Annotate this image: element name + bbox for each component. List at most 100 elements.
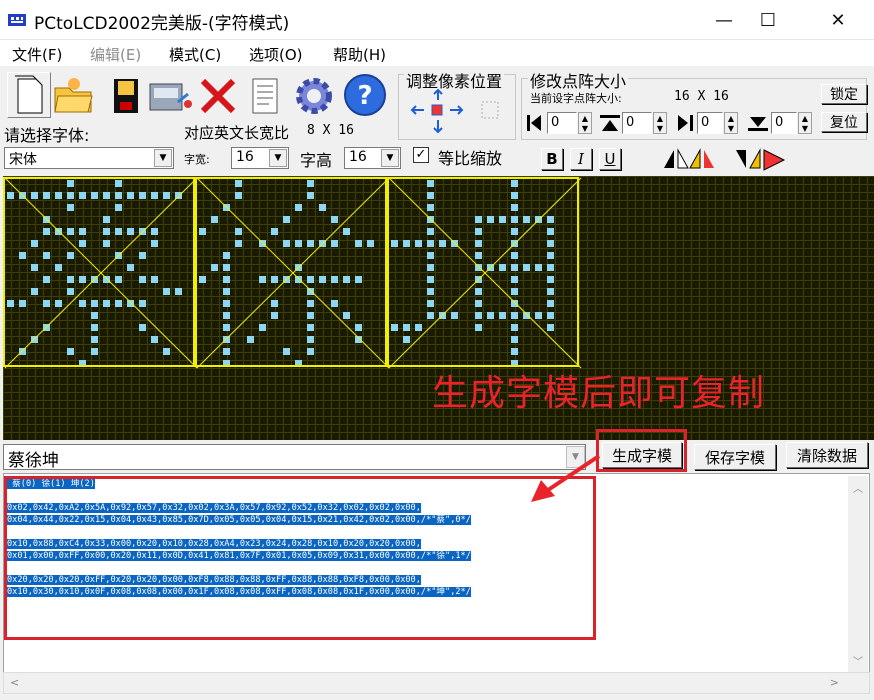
left-spin-buttons[interactable]: ▲ ▼ [578, 112, 592, 134]
gear-icon [296, 78, 332, 114]
flip-horizontal-button[interactable] [660, 146, 716, 172]
bottom-edge-icon [748, 117, 768, 131]
app-window: PCtoLCD2002完美版-(字符模式) — ☐ ✕ 文件(F) 编辑(E) … [0, 0, 874, 700]
width-value: 16 [236, 149, 254, 165]
menu-file[interactable]: 文件(F) [12, 44, 62, 65]
notepad-button[interactable] [243, 74, 287, 118]
ratio-value: 8 X 16 [307, 123, 354, 138]
scroll-up-icon[interactable]: ︿ [848, 480, 868, 495]
italic-button[interactable]: I [570, 148, 592, 170]
scroll-left-icon[interactable]: < [10, 676, 19, 689]
flip-vertical-icon [736, 148, 786, 171]
menu-help[interactable]: 帮助(H) [333, 44, 386, 65]
spin-down-icon: ▼ [581, 123, 589, 133]
menu-edit[interactable]: 编辑(E) [90, 44, 141, 65]
move-center-icon [431, 104, 443, 116]
help-button[interactable]: ? [342, 72, 388, 118]
bold-button[interactable]: B [541, 148, 563, 170]
horizontal-scrollbar[interactable]: < > [3, 672, 870, 694]
spin-up-icon: ▲ [581, 113, 589, 123]
reset-button[interactable]: 复位 [821, 112, 867, 132]
spin-up-icon: ▲ [801, 113, 809, 123]
height-value: 16 [349, 149, 367, 165]
matrix-size-title: 修改点阵大小 [528, 68, 629, 92]
copy-hint-annotation: 生成字模后即可复制 [432, 373, 766, 414]
move-down-icon [433, 120, 443, 134]
spin-up-icon: ▲ [727, 113, 735, 123]
svg-text:?: ? [357, 81, 372, 111]
left-spin-input[interactable]: 0 [547, 112, 577, 134]
open-folder-icon [54, 78, 93, 113]
scroll-right-icon[interactable]: > [830, 676, 839, 689]
chevron-down-icon[interactable]: ▼ [269, 149, 287, 167]
font-name-value: 宋体 [9, 152, 37, 168]
right-spin-input[interactable]: 0 [697, 112, 723, 134]
bottom-spin-input[interactable]: 0 [771, 112, 797, 134]
top-edge-icon [600, 115, 620, 131]
menu-mode[interactable]: 模式(C) [169, 44, 221, 65]
generate-font-button[interactable]: 生成字模 [602, 442, 682, 468]
proportional-label: 等比缩放 [438, 149, 503, 168]
current-size-value: 16 X 16 [674, 89, 729, 104]
move-left-icon [410, 105, 424, 115]
vertical-scrollbar[interactable]: ︿ ﹀ [848, 476, 868, 672]
save-button[interactable] [104, 74, 148, 118]
maximize-button[interactable]: ☐ [738, 0, 798, 40]
spin-down-icon: ▼ [727, 123, 735, 133]
new-file-icon [15, 75, 43, 114]
current-size-label: 当前设字点阵大小: [530, 92, 622, 105]
left-edge-icon [527, 115, 541, 131]
output-highlight-box [4, 476, 596, 640]
scroll-down-icon[interactable]: ﹀ [848, 653, 868, 668]
scanner-button[interactable] [148, 74, 192, 118]
delete-button[interactable] [196, 74, 240, 118]
chevron-down-icon[interactable]: ▼ [381, 149, 399, 167]
scanner-icon [149, 83, 192, 111]
underline-button[interactable]: U [599, 148, 621, 170]
save-font-button[interactable]: 保存字模 [694, 444, 776, 470]
move-right-icon [450, 105, 464, 115]
height-label: 字高 [300, 151, 333, 170]
font-select-label: 请选择字体: [4, 126, 90, 145]
flip-vertical-button[interactable] [732, 146, 788, 172]
pixel-arrows [410, 88, 499, 134]
window-title: PCtoLCD2002完美版-(字符模式) [34, 14, 290, 34]
top-spin-buttons[interactable]: ▲ ▼ [653, 112, 667, 134]
glyph-box-0 [3, 177, 195, 367]
save-disk-icon [114, 79, 138, 113]
height-select[interactable]: 16 ▼ [344, 147, 401, 169]
delete-x-icon [200, 78, 236, 114]
clear-data-button[interactable]: 清除数据 [786, 442, 868, 468]
top-spin-input[interactable]: 0 [622, 112, 652, 134]
settings-button[interactable] [292, 74, 336, 118]
text-input-value: 蔡徐坤 [8, 451, 59, 471]
title-bar: PCtoLCD2002完美版-(字符模式) — ☐ ✕ [0, 0, 874, 40]
font-name-select[interactable]: 宋体 ▼ [4, 147, 174, 169]
close-button[interactable]: ✕ [808, 0, 868, 40]
lock-button[interactable]: 锁定 [821, 84, 867, 104]
help-icon: ? [344, 74, 386, 116]
arrow-icon [531, 454, 601, 502]
proportional-checkbox[interactable]: ✓ [413, 147, 429, 163]
new-file-button[interactable] [7, 72, 51, 118]
flip-horizontal-icon [664, 148, 714, 169]
glyph-box-1 [195, 177, 387, 367]
open-file-button[interactable] [52, 74, 96, 118]
text-input[interactable]: 蔡徐坤 [3, 444, 586, 471]
bottom-spin-buttons[interactable]: ▲ ▼ [798, 112, 812, 134]
right-spin-buttons[interactable]: ▲ ▼ [724, 112, 738, 134]
frame-icon [481, 101, 499, 119]
glyph-box-2 [387, 177, 579, 367]
ratio-label: 对应英文长宽比 [184, 124, 290, 142]
menu-options[interactable]: 选项(O) [249, 44, 303, 65]
spin-up-icon: ▲ [656, 113, 664, 123]
chevron-down-icon[interactable]: ▼ [154, 149, 172, 167]
right-edge-icon [678, 115, 693, 131]
move-up-icon [433, 88, 443, 100]
spin-down-icon: ▼ [801, 123, 809, 133]
app-logo-icon [8, 14, 26, 26]
width-label: 字宽: [184, 153, 210, 166]
notepad-icon [252, 78, 278, 114]
width-select[interactable]: 16 ▼ [231, 147, 289, 169]
spin-down-icon: ▼ [656, 123, 664, 133]
